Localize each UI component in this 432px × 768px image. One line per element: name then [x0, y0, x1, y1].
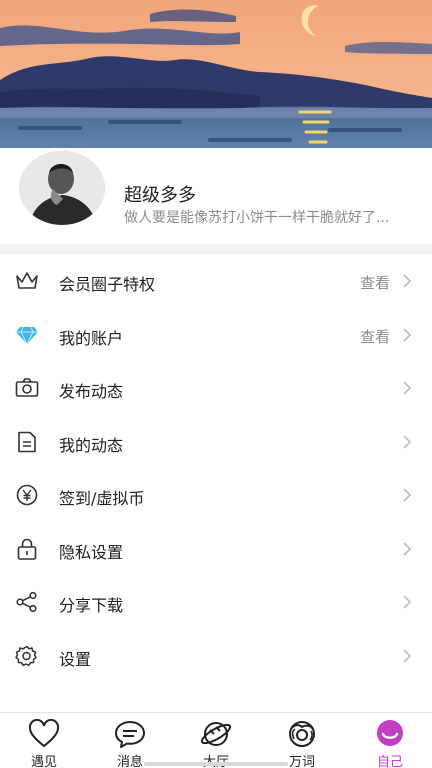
- menu-item-label: 设置: [59, 649, 92, 669]
- section-divider: [0, 244, 432, 254]
- camera-icon: [15, 377, 39, 399]
- chevron-right-icon: [402, 327, 412, 343]
- tab-words[interactable]: 万词: [272, 717, 332, 768]
- menu-item-share[interactable]: 分享下载: [0, 575, 432, 629]
- planet-icon: [200, 719, 232, 749]
- menu-item-membership[interactable]: 会员圈子特权 查看: [0, 254, 432, 308]
- tab-me[interactable]: 自己: [360, 717, 420, 768]
- tab-hall[interactable]: 大厅: [186, 717, 246, 768]
- share-icon: [15, 591, 39, 613]
- tab-messages[interactable]: 消息: [100, 717, 160, 768]
- heart-icon: [28, 719, 60, 749]
- profile-bio: 做人要是能像苏打小饼干一样干脆就好了...: [124, 210, 390, 226]
- chevron-right-icon: [402, 434, 412, 450]
- tab-label: 自己: [376, 755, 403, 768]
- home-indicator: [144, 762, 288, 766]
- chevron-right-icon: [402, 273, 412, 289]
- menu-item-settings[interactable]: 设置: [0, 629, 432, 683]
- profile-name: 超级多多: [124, 185, 196, 206]
- menu-item-my-posts[interactable]: 我的动态: [0, 415, 432, 469]
- chevron-right-icon: [402, 594, 412, 610]
- tab-label: 遇见: [30, 755, 57, 768]
- view-link[interactable]: 查看: [360, 326, 390, 347]
- menu-item-label: 我的动态: [59, 435, 124, 455]
- bottom-tab-bar: 遇见 消息 大厅 万词 自己: [0, 712, 432, 768]
- menu-list: 会员圈子特权 查看 我的账户 查看 发布动态 我的动态 签到/虚拟币 隐私设置 …: [0, 254, 432, 682]
- menu-item-account[interactable]: 我的账户 查看: [0, 308, 432, 362]
- menu-item-label: 发布动态: [59, 382, 124, 401]
- donut-icon: [286, 719, 318, 749]
- tab-meet[interactable]: 遇见: [14, 717, 74, 768]
- avatar[interactable]: [16, 148, 108, 228]
- chevron-right-icon: [402, 648, 412, 664]
- crown-icon: [15, 270, 39, 292]
- profile-header: 超级多多 做人要是能像苏打小饼干一样干脆就好了...: [0, 148, 432, 240]
- menu-item-label: 我的账户: [59, 328, 124, 348]
- menu-item-checkin[interactable]: 签到/虚拟币: [0, 468, 432, 522]
- menu-item-label: 会员圈子特权: [59, 275, 156, 294]
- yen-coin-icon: [15, 484, 39, 506]
- menu-item-privacy[interactable]: 隐私设置: [0, 522, 432, 576]
- gear-icon: [15, 645, 39, 667]
- chat-bubble-icon: [114, 719, 146, 749]
- menu-item-label: 隐私设置: [59, 542, 124, 562]
- menu-item-label: 分享下载: [59, 596, 124, 615]
- diamond-icon: [15, 324, 39, 346]
- chevron-right-icon: [402, 380, 412, 396]
- chevron-right-icon: [402, 487, 412, 503]
- document-icon: [15, 431, 39, 453]
- menu-item-post[interactable]: 发布动态: [0, 361, 432, 415]
- profile-screen: 超级多多 做人要是能像苏打小饼干一样干脆就好了... 会员圈子特权 查看 我的账…: [0, 0, 432, 768]
- lock-icon: [15, 538, 39, 560]
- menu-item-label: 签到/虚拟币: [59, 489, 145, 508]
- view-link[interactable]: 查看: [360, 272, 390, 293]
- chevron-right-icon: [402, 541, 412, 557]
- smile-icon: [374, 719, 406, 749]
